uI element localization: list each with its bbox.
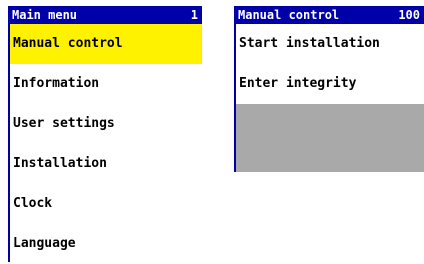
main-menu-screen: Main menu 1 Manual control Information U… bbox=[8, 6, 202, 262]
menu-item-language[interactable]: Language bbox=[10, 224, 202, 264]
main-menu-page-number: 1 bbox=[190, 8, 198, 22]
menu-item-clock[interactable]: Clock bbox=[10, 184, 202, 224]
menu-item-manual-control[interactable]: Manual control bbox=[10, 24, 202, 64]
menu-item-enter-integrity[interactable]: Enter integrity bbox=[236, 64, 424, 104]
empty-menu-area bbox=[236, 104, 424, 172]
manual-control-screen: Manual control 100 Start installation En… bbox=[234, 6, 424, 172]
main-menu-title-bar: Main menu 1 bbox=[10, 6, 202, 24]
menu-item-installation[interactable]: Installation bbox=[10, 144, 202, 184]
manual-control-page-number: 100 bbox=[398, 8, 420, 22]
menu-item-information[interactable]: Information bbox=[10, 64, 202, 104]
manual-control-title-bar: Manual control 100 bbox=[236, 6, 424, 24]
menu-item-start-installation[interactable]: Start installation bbox=[236, 24, 424, 64]
manual-control-title: Manual control bbox=[238, 8, 340, 22]
main-menu-title: Main menu bbox=[12, 8, 78, 22]
menu-item-user-settings[interactable]: User settings bbox=[10, 104, 202, 144]
